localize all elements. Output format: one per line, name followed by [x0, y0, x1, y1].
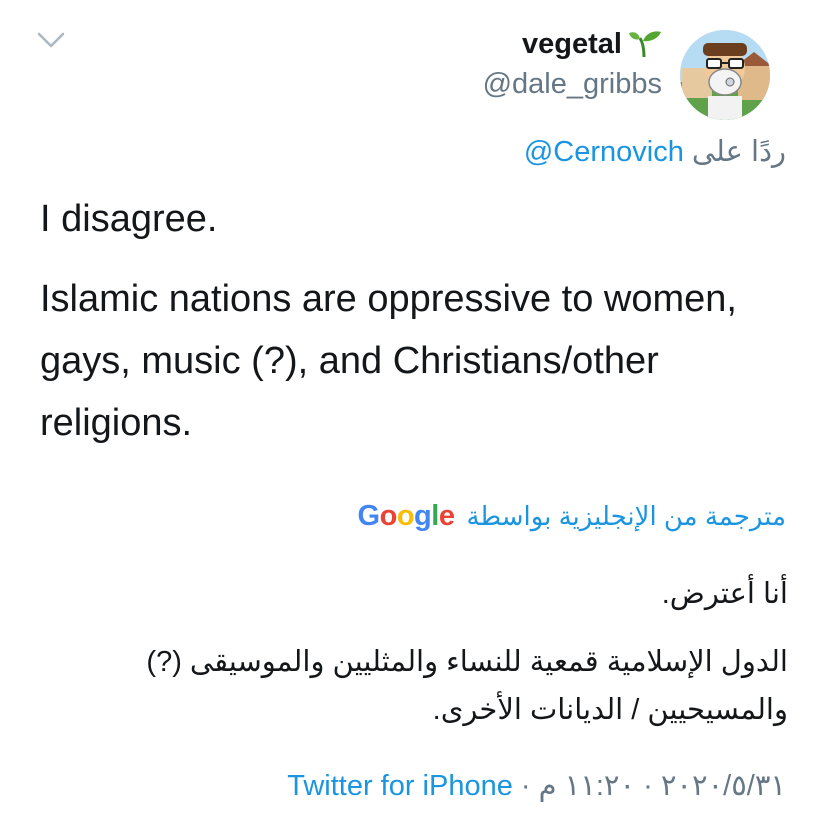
meta-separator: · [520, 770, 531, 802]
author-block[interactable]: vegetal @dale_gribbs [483, 26, 662, 101]
seedling-icon [629, 31, 661, 58]
tweet-time[interactable]: ١١:٢٠ م [539, 770, 635, 802]
translated-by-label[interactable]: مترجمة من الإنجليزية بواسطة [466, 501, 786, 532]
tweet-paragraph: Islamic nations are oppressive to women,… [40, 278, 737, 444]
avatar[interactable] [680, 30, 770, 120]
meta-separator: · [643, 770, 653, 802]
google-logo: Google [357, 500, 455, 532]
display-name-row[interactable]: vegetal [483, 26, 662, 62]
avatar-image [680, 30, 770, 120]
reply-prefix: ردًا على [691, 136, 786, 168]
reply-mention-link[interactable]: @Cernovich [524, 136, 684, 168]
tweet-paragraph: I disagree. [40, 198, 218, 240]
translated-text: أنا أعترض. الدول الإسلامية قمعية للنساء … [28, 570, 788, 734]
display-name[interactable]: vegetal [522, 28, 622, 61]
tweet-text: I disagree. Islamic nations are oppressi… [40, 188, 800, 454]
translated-by-google[interactable]: مترجمة من الإنجليزية بواسطة Google [358, 500, 786, 533]
replying-to: ردًا على @Cernovich [524, 134, 786, 169]
translation-paragraph: الدول الإسلامية قمعية للنساء والمثليين و… [146, 646, 788, 726]
chevron-down-icon[interactable] [36, 28, 66, 52]
translation-paragraph: أنا أعترض. [661, 578, 788, 610]
tweet-source-link[interactable]: Twitter for iPhone [287, 770, 513, 802]
tweet-date[interactable]: ٢٠٢٠/٥/٣١ [661, 770, 786, 802]
tweet-metadata: ٢٠٢٠/٥/٣١ · ١١:٢٠ م · Twitter for iPhone [287, 768, 786, 803]
user-handle[interactable]: @dale_gribbs [483, 68, 662, 101]
